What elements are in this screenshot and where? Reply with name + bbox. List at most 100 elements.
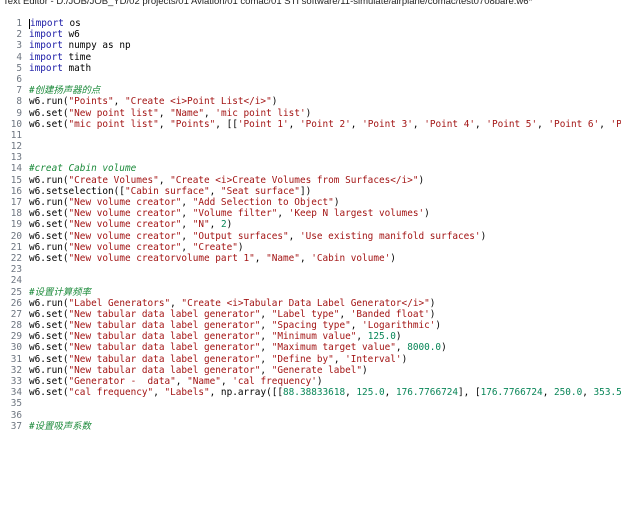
code-token: "Label type"	[271, 308, 340, 320]
code-token: import	[29, 51, 63, 63]
code-line[interactable]: 11	[0, 130, 621, 141]
code-token: w6.setselection([	[29, 185, 125, 197]
code-token: ,	[288, 118, 300, 130]
code-token: numpy as np	[62, 40, 131, 52]
code-line[interactable]: 6	[0, 74, 621, 85]
code-line[interactable]: 23	[0, 264, 621, 275]
code-line[interactable]: 24	[0, 275, 621, 286]
code-token: 'Point 7'	[610, 118, 621, 130]
code-line[interactable]: 29 w6.set("New tabular data label generat…	[0, 331, 621, 342]
line-number: 9	[16, 107, 22, 119]
code-token: ,	[542, 387, 554, 399]
code-token: ,	[260, 331, 272, 343]
code-token: w6.run(	[29, 197, 69, 208]
code-token: , [[	[215, 118, 238, 130]
code-line[interactable]: 13	[0, 152, 621, 163]
code-line[interactable]: 21 w6.run("New volume creator", "Create")	[0, 242, 621, 253]
code-line[interactable]: 30 w6.set("New tabular data label generat…	[0, 342, 621, 353]
code-token: w6.set(	[29, 219, 69, 231]
code-line[interactable]: 3 import numpy as np	[0, 40, 621, 51]
code-line[interactable]: 19 w6.set("New volume creator", "N", 2)	[0, 219, 621, 230]
line-number: 12	[10, 141, 22, 153]
code-line[interactable]: 22 w6.set("New volume creatorvolume part …	[0, 253, 621, 264]
code-line[interactable]: 26 w6.run("Label Generators", "Create <i>…	[0, 298, 621, 309]
code-line[interactable]: 20 w6.set("New volume creator", "Output s…	[0, 231, 621, 242]
code-token: w6.set(	[29, 252, 69, 264]
code-token: ,	[181, 241, 193, 253]
code-token: w6.set(	[29, 331, 69, 343]
code-token: )	[429, 308, 436, 320]
line-number: 11	[10, 129, 22, 141]
code-token: "Create <i>Create Volumes from Surfaces<…	[170, 174, 419, 186]
code-token: 'Banded float'	[350, 308, 430, 320]
code-line[interactable]: 25 #设置计算频率	[0, 287, 621, 298]
code-token: w6.set(	[29, 387, 69, 399]
code-token: )	[362, 364, 368, 376]
code-token: 'Point 1'	[237, 118, 289, 130]
line-number: 18	[10, 208, 22, 220]
code-line[interactable]: 28 w6.set("New tabular data label generat…	[0, 320, 621, 331]
line-number: 17	[10, 197, 22, 208]
code-token: 'Keep N largest volumes'	[288, 208, 425, 220]
code-token: 'Interval'	[345, 353, 402, 365]
code-line[interactable]: 10 w6.set("mic point list", "Points", [['…	[0, 119, 621, 130]
code-token: )	[435, 320, 442, 332]
code-token: 'Point 5'	[486, 118, 538, 130]
code-line[interactable]: 15 w6.run("Create Volumes", "Create <i>Cr…	[0, 175, 621, 186]
line-number: 36	[10, 409, 22, 421]
code-line[interactable]: 9 w6.set("New point list", "Name", 'mic p…	[0, 108, 621, 119]
code-token: "New volume creator"	[68, 208, 182, 220]
line-number: 23	[10, 264, 22, 276]
code-text: import os	[29, 18, 621, 29]
code-line[interactable]: 12	[0, 141, 621, 152]
code-token: os	[63, 18, 81, 29]
code-text: w6.set("New tabular data label generator…	[29, 354, 621, 365]
code-token: import	[30, 18, 64, 29]
code-line[interactable]: 8 w6.run("Points", "Create <i>Point List<…	[0, 96, 621, 107]
line-number: 14	[10, 163, 22, 175]
code-line[interactable]: 35	[0, 398, 621, 409]
code-line[interactable]: 37 #设置吸声系数	[0, 421, 621, 432]
code-line[interactable]: 7 #创建扬声器的点	[0, 85, 621, 96]
code-token: w6.run(	[29, 96, 69, 108]
code-token: 125.0	[367, 331, 396, 343]
code-line[interactable]: 31 w6.set("New tabular data label generat…	[0, 354, 621, 365]
code-text: import w6	[29, 29, 621, 40]
code-token: ])	[299, 185, 312, 197]
code-line[interactable]: 32 w6.run("New tabular data label generat…	[0, 365, 621, 376]
code-token: "Cabin surface"	[124, 185, 210, 197]
code-line[interactable]: 17 w6.run("New volume creator", "Add Sele…	[0, 197, 621, 208]
code-line[interactable]: 34 w6.set("cal frequency", "Labels", np.a…	[0, 387, 621, 398]
code-token: )	[237, 241, 244, 253]
code-line[interactable]: 18 w6.set("New volume creator", "Volume f…	[0, 208, 621, 219]
code-token: 'mic point list'	[215, 107, 306, 119]
code-line[interactable]: 27 w6.set("New tabular data label generat…	[0, 309, 621, 320]
code-token: ,	[181, 197, 193, 208]
code-line[interactable]: 1 import os	[0, 18, 621, 29]
code-token: "Create <i>Point List</i>"	[124, 96, 272, 108]
code-text: w6.set("New tabular data label generator…	[29, 309, 621, 320]
code-token: "New volume creator"	[68, 197, 182, 208]
code-token: w6.run(	[29, 241, 69, 253]
code-line[interactable]: 33 w6.set("Generator - data", "Name", 'ca…	[0, 376, 621, 387]
code-editor[interactable]: 1 import os 2 import w6 3 import numpy as np 4…	[0, 18, 621, 432]
code-text: w6.run("Create Volumes", "Create <i>Crea…	[29, 175, 621, 186]
code-line[interactable]: 36	[0, 410, 621, 421]
code-token: ], [	[458, 387, 481, 399]
code-token: "N"	[192, 219, 210, 231]
line-number: 8	[16, 96, 22, 108]
code-line[interactable]: 14 #creat Cabin volume	[0, 163, 621, 174]
code-line[interactable]: 5 import math	[0, 63, 621, 74]
code-line[interactable]: 2 import w6	[0, 29, 621, 40]
text-editor-window: Text Editor - D:/JOB/JOB_YD/02 projects/…	[0, 0, 621, 512]
code-text: import numpy as np	[29, 40, 621, 51]
code-text: w6.set("cal frequency", "Labels", np.arr…	[29, 387, 621, 398]
code-token: "Minimum value"	[271, 331, 357, 343]
code-line[interactable]: 4 import time	[0, 52, 621, 63]
code-token: )	[271, 96, 278, 108]
code-token: "New volume creator"	[68, 241, 182, 253]
code-token: "Generator - data"	[68, 376, 176, 387]
code-token: ,	[356, 331, 368, 343]
code-line[interactable]: 16 w6.setselection(["Cabin surface", "Sea…	[0, 186, 621, 197]
code-token: w6.set(	[29, 342, 69, 354]
